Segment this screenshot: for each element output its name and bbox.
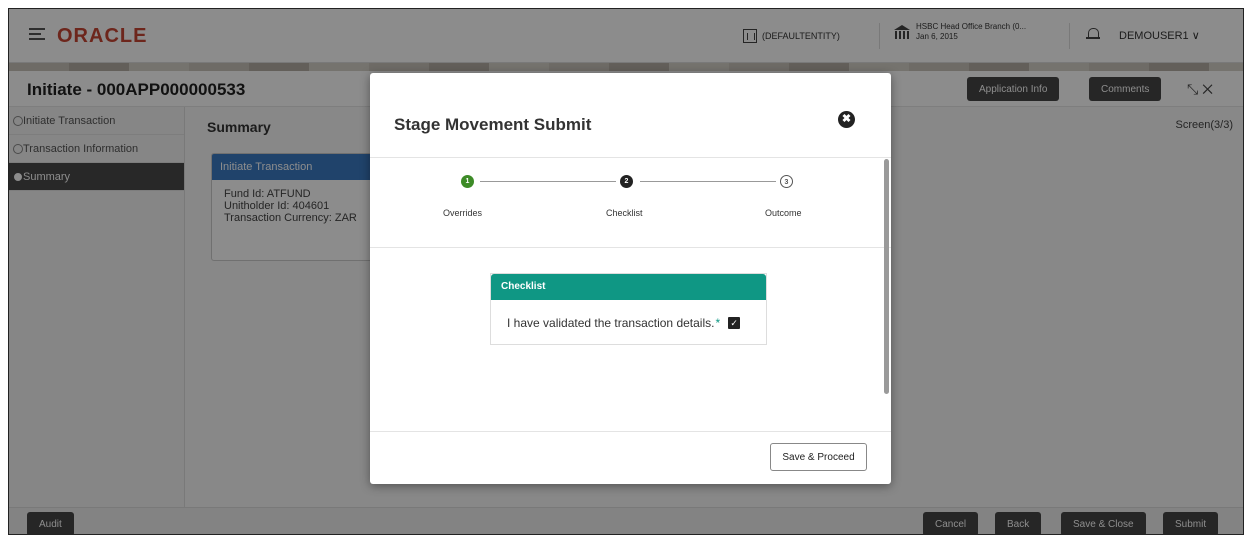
- app-frame: ORACLE (DEFAULTENTITY) HSBC Head Office …: [8, 8, 1244, 535]
- close-icon[interactable]: ✖: [838, 111, 855, 128]
- dialog-divider: [370, 247, 891, 248]
- checklist-panel: Checklist I have validated the transacti…: [490, 273, 767, 345]
- required-marker: *: [715, 316, 721, 330]
- checklist-item-label: I have validated the transaction details…: [507, 316, 715, 330]
- step-label-checklist: Checklist: [606, 208, 643, 218]
- dialog-title: Stage Movement Submit: [394, 115, 592, 134]
- step-connector: [480, 181, 616, 182]
- step-label-outcome: Outcome: [765, 208, 802, 218]
- validated-checkbox[interactable]: ✓: [728, 317, 741, 329]
- dialog-divider: [370, 157, 891, 158]
- dialog-divider: [370, 431, 891, 432]
- step-label-overrides: Overrides: [443, 208, 483, 218]
- checklist-item: I have validated the transaction details…: [507, 316, 741, 330]
- step-connector: [640, 181, 776, 182]
- step-outcome-icon[interactable]: 3: [780, 175, 793, 188]
- checklist-header: Checklist: [491, 274, 766, 300]
- step-overrides-icon[interactable]: 1: [461, 175, 474, 188]
- step-checklist-icon[interactable]: 2: [620, 175, 633, 188]
- stage-movement-dialog: Stage Movement Submit ✖ 1 2 3 Overrides …: [370, 73, 891, 484]
- dialog-scrollbar[interactable]: [884, 159, 889, 394]
- save-proceed-button[interactable]: Save & Proceed: [770, 443, 867, 471]
